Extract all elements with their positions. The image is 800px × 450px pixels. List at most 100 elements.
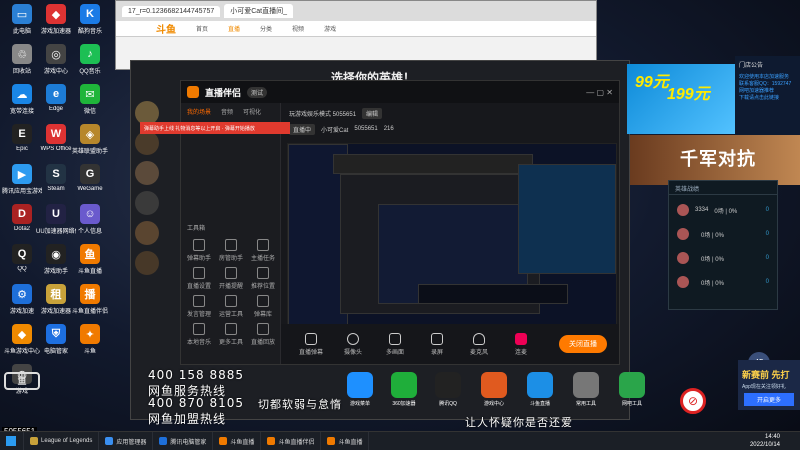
price-ad[interactable]: 99元 199元 xyxy=(627,64,735,134)
tool-label: 主播任务 xyxy=(250,256,275,262)
site-logo[interactable]: 斗鱼 xyxy=(156,21,176,36)
news-button[interactable]: 开启更多 xyxy=(744,393,794,406)
app-label: 360加速器 xyxy=(392,401,416,407)
app-launcher-icon[interactable]: 游戏菜单 xyxy=(340,372,380,407)
desktop-icon[interactable]: ♪ QQ音乐 xyxy=(70,44,110,78)
desktop-icon[interactable]: ✉ 微信 xyxy=(70,84,110,118)
taskbar-item[interactable]: League of Legends xyxy=(24,431,100,450)
tab-audio[interactable]: 音频 xyxy=(221,107,233,116)
news-title: 新赛前 先打 xyxy=(742,370,790,380)
app-launcher-icon[interactable]: 360加速器 xyxy=(384,372,424,407)
tool-button[interactable]: 直播设置 xyxy=(185,267,213,290)
tool-button[interactable]: 更多工具 xyxy=(217,323,245,346)
viewer-name: 小可爱Cat xyxy=(321,127,349,134)
tool-button[interactable]: 弹幕库 xyxy=(249,295,277,318)
tab-visual[interactable]: 可视化 xyxy=(243,107,261,116)
player-stat: 0场 | 0% xyxy=(701,256,724,263)
start-button[interactable] xyxy=(0,431,24,450)
slogan-line-2: 让人怀疑你是否还爱 xyxy=(465,416,573,429)
stats-row[interactable]: 0场 | 0% 0 xyxy=(669,249,777,267)
ad-price: 99元 xyxy=(635,74,669,91)
app-launcher-icon[interactable]: 斗鱼直播 xyxy=(520,372,560,407)
champion-avatar[interactable] xyxy=(135,251,159,275)
app-icon xyxy=(347,372,373,398)
tool-label: 直播回放 xyxy=(250,340,275,346)
desktop-icon-label: 酷狗音乐 xyxy=(77,29,102,35)
champion-avatar[interactable] xyxy=(135,221,159,245)
tool-label: 开播提醒 xyxy=(218,284,243,290)
desktop-icon[interactable]: ✦ 斗鱼 xyxy=(70,324,110,358)
tool-button[interactable]: 弹幕助手 xyxy=(185,239,213,262)
dota2-icon: D xyxy=(12,204,32,224)
taskbar-item[interactable]: 应用管理器 xyxy=(99,431,154,450)
stats-row[interactable]: 3334 0场 | 0% 0 xyxy=(669,201,777,219)
app-launcher-icon[interactable]: 网吧工具 xyxy=(612,372,652,407)
notice-title: 门店公告 xyxy=(739,63,764,69)
tab-scenes[interactable]: 我的场景 xyxy=(187,107,211,116)
connect-button[interactable]: 连麦 xyxy=(505,332,537,356)
taskbar-item[interactable]: 腾讯电脑管家 xyxy=(153,431,214,450)
nav-game[interactable]: 游戏 xyxy=(324,24,336,33)
go-live-button[interactable]: 关闭直播 xyxy=(559,335,607,353)
desktop-icon[interactable]: 播斗鱼直播伴侣 xyxy=(70,284,110,318)
edit-button[interactable]: 编辑 xyxy=(362,107,383,119)
stats-row[interactable]: 0场 | 0% 0 xyxy=(669,225,777,243)
browser-tab[interactable]: 17_r=0.1236682144745757 xyxy=(122,5,221,17)
lol-helper-icon: ◈ xyxy=(80,124,100,144)
nav-category[interactable]: 分类 xyxy=(260,24,272,33)
tool-button[interactable]: 直播回放 xyxy=(249,323,277,346)
taskbar-item[interactable]: 斗鱼直播 xyxy=(321,431,370,450)
stats-panel: 英雄战绩 3334 0场 | 0% 0 0场 | 0% 0 0场 | 0% 0 0场 | 0%… xyxy=(668,180,778,310)
desktop-icon[interactable]: ☺ 个人信息 xyxy=(70,204,110,238)
scene-tabs: 我的场景 音频 可视化 xyxy=(181,103,280,120)
app-label: 腾讯QQ xyxy=(439,401,457,407)
tool-button[interactable]: 本地音乐 xyxy=(185,323,213,346)
stats-row[interactable]: 0场 | 0% 0 xyxy=(669,273,777,291)
desktop-icon[interactable]: 鱼斗鱼直播 xyxy=(70,244,110,278)
tool-icon xyxy=(257,323,269,335)
tool-button[interactable]: 发言管理 xyxy=(185,295,213,318)
taskbar-item[interactable]: 斗鱼直播 xyxy=(213,431,262,450)
clock[interactable]: 14:40 2022/10/14 xyxy=(750,433,800,449)
app-launcher-icon[interactable]: 游戏中心 xyxy=(474,372,514,407)
window-controls[interactable]: — ▢ ✕ xyxy=(586,88,613,97)
champion-avatar[interactable] xyxy=(135,161,159,185)
multi-screen-button[interactable]: 多画面 xyxy=(379,332,411,356)
microphone-button[interactable]: 麦克风 xyxy=(463,332,495,356)
hotline2-number: 400 870 8105 xyxy=(148,396,244,410)
nav-home[interactable]: 首页 xyxy=(196,24,208,33)
tool-button[interactable]: 房管助手 xyxy=(217,239,245,262)
desktop-icon-label: WeGame xyxy=(77,186,103,192)
desktop-icon-label: QQ音乐 xyxy=(79,69,101,75)
nav-video[interactable]: 视频 xyxy=(292,24,304,33)
champion-avatar[interactable] xyxy=(135,131,159,155)
player-avatar xyxy=(677,228,689,240)
news-ad[interactable]: 新赛前 先打 App现在关注领好礼 开启更多 xyxy=(738,360,800,410)
champion-avatar[interactable] xyxy=(135,191,159,215)
app-icon xyxy=(435,372,461,398)
desktop-icon[interactable]: G WeGame xyxy=(70,164,110,198)
qq-icon: Q xyxy=(12,244,32,264)
desktop-icon[interactable]: ◈ 英雄联盟助手 xyxy=(70,124,110,158)
live-status-badge: 直播中 xyxy=(289,123,316,135)
player-stat: 0场 | 0% xyxy=(701,280,724,287)
tool-button[interactable]: 开播提醒 xyxy=(217,267,245,290)
desktop-icon[interactable]: K 酷狗音乐 xyxy=(70,4,110,38)
tool-button[interactable]: 推荐位置 xyxy=(249,267,277,290)
address-bar[interactable]: 斗鱼 首页 直播 分类 视频 游戏 xyxy=(116,21,596,37)
tool-button[interactable]: 运营工具 xyxy=(217,295,245,318)
notice-line: 网吧加速器推荐 xyxy=(739,88,775,94)
douyu-fish-icon: ✦ xyxy=(80,324,100,344)
preview-right-ads xyxy=(518,164,616,274)
record-button[interactable]: 录屏 xyxy=(421,332,453,356)
tool-button[interactable]: 主播任务 xyxy=(249,239,277,262)
nav-live[interactable]: 直播 xyxy=(228,24,240,33)
app-label: 游戏中心 xyxy=(483,401,504,407)
taskbar-item[interactable]: 斗鱼直播伴侣 xyxy=(261,431,322,450)
app-launcher-icon[interactable]: 常用工具 xyxy=(566,372,606,407)
app-launcher-icon[interactable]: 腾讯QQ xyxy=(428,372,468,407)
browser-tab[interactable]: 小可爱Cat直播间_ xyxy=(224,4,294,18)
danmaku-button[interactable]: 直播弹幕 xyxy=(295,332,327,356)
game-banner[interactable]: 千军对抗 xyxy=(630,135,800,185)
camera-button[interactable]: 摄像头 xyxy=(337,332,369,356)
